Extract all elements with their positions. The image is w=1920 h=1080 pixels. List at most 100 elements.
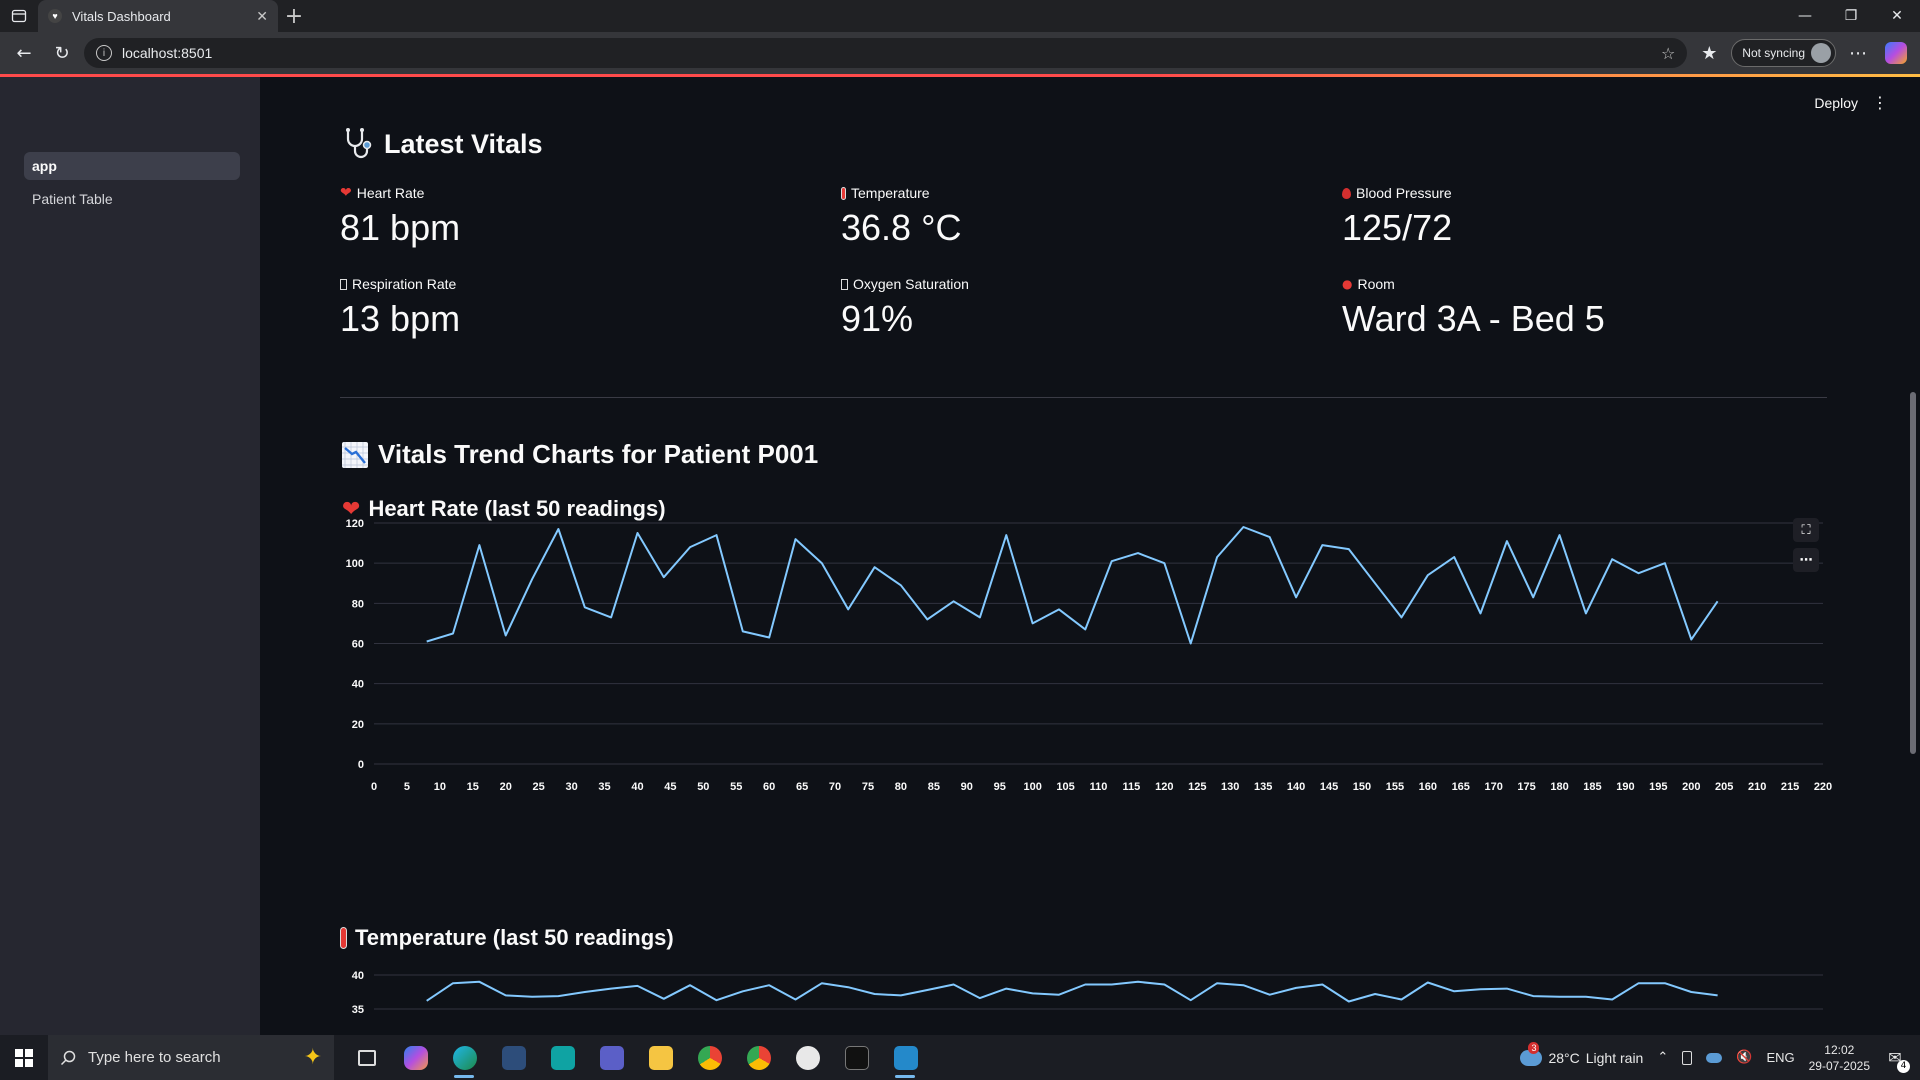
y-tick-label: 40	[352, 679, 364, 691]
browser-tab[interactable]: ♥ Vitals Dashboard ✕	[38, 0, 278, 32]
x-tick-label: 15	[467, 781, 479, 793]
minimize-icon[interactable]: —	[1782, 0, 1828, 32]
close-tab-icon[interactable]: ✕	[256, 8, 268, 25]
weather-widget[interactable]: 3 28°C Light rain	[1520, 1041, 1644, 1066]
x-tick-label: 50	[697, 781, 709, 793]
vscode-taskbar-button[interactable]	[881, 1035, 930, 1080]
terminal-taskbar-button[interactable]	[832, 1035, 881, 1080]
reload-button[interactable]: ↻	[46, 37, 78, 69]
clock-date: 29-07-2025	[1808, 1058, 1870, 1073]
sparkle-icon: ✦	[303, 1045, 322, 1070]
missing-glyph-icon	[340, 278, 347, 290]
copilot-button[interactable]	[1880, 37, 1912, 69]
metric-value: 13 bpm	[340, 298, 461, 339]
drop-icon	[1342, 187, 1351, 199]
start-button[interactable]	[0, 1035, 48, 1080]
notifications-icon[interactable]: ✉ 4	[1884, 1047, 1910, 1073]
temperature-series-line	[426, 980, 1718, 1003]
x-tick-label: 215	[1781, 781, 1799, 793]
chrome-taskbar-button[interactable]	[734, 1035, 783, 1080]
x-tick-label: 150	[1353, 781, 1371, 793]
sidebar-item-app[interactable]: app	[24, 152, 240, 180]
terminal-icon	[844, 1045, 869, 1070]
heart-rate-chart[interactable]: ⛶ ⋯ 0 20 40 60 80 100 120 0 5 10 15 20 25 30 35 40 45 50 5…	[340, 514, 1833, 844]
x-tick-label: 190	[1616, 781, 1634, 793]
sidebar-item-patient-table[interactable]: Patient Table	[24, 185, 240, 213]
temperature-chart[interactable]: 35 40	[340, 959, 1833, 1035]
chrome-taskbar-button[interactable]	[685, 1035, 734, 1080]
onedrive-cloud-icon[interactable]	[1706, 1052, 1723, 1063]
metric-value: 36.8 °C	[841, 207, 962, 248]
metric-label: Temperature	[851, 185, 930, 201]
x-tick-label: 75	[862, 781, 874, 793]
github-icon	[795, 1045, 820, 1070]
windows-logo-icon	[15, 1048, 33, 1067]
folder-icon	[648, 1045, 673, 1070]
missing-glyph-icon	[841, 278, 848, 290]
x-tick-label: 70	[829, 781, 841, 793]
heart-rate-chart-svg: 0 20 40 60 80 100 120 0 5 10 15 20 25 30 35 40 45 50 55 60 6…	[346, 518, 1833, 793]
taskbar-search-box[interactable]: Type here to search ✦	[48, 1035, 334, 1080]
explorer-taskbar-button[interactable]	[636, 1035, 685, 1080]
browser-menu-icon[interactable]: ⋯	[1842, 37, 1874, 69]
close-window-icon[interactable]: ✕	[1874, 0, 1920, 32]
favorite-star-icon[interactable]: ☆	[1661, 44, 1675, 63]
metric-label: Respiration Rate	[352, 276, 457, 292]
copilot-taskbar-button[interactable]	[391, 1035, 440, 1080]
weather-text: Light rain	[1585, 1049, 1644, 1066]
metric-label: Heart Rate	[356, 185, 425, 201]
x-tick-label: 110	[1090, 781, 1108, 793]
edge-taskbar-button[interactable]	[440, 1035, 489, 1080]
fullscreen-chart-icon[interactable]: ⛶	[1793, 518, 1819, 542]
app-menu-icon[interactable]: ⋮	[1872, 93, 1888, 112]
metric-oxygen-saturation: Oxygen Saturation 91%	[841, 276, 1321, 340]
metric-temperature: Temperature 36.8 °C	[841, 185, 1321, 249]
language-indicator[interactable]: ENG	[1766, 1050, 1794, 1065]
metric-room: ● Room Ward 3A - Bed 5	[1342, 276, 1822, 340]
metric-label: Blood Pressure	[1356, 185, 1452, 201]
taskbar-apps	[342, 1035, 930, 1080]
y-tick-label: 80	[352, 598, 364, 610]
store-icon	[501, 1045, 526, 1070]
back-button[interactable]: ←	[8, 37, 40, 69]
task-view-icon	[357, 1049, 376, 1066]
favorites-icon[interactable]: ★	[1693, 37, 1725, 69]
site-info-icon[interactable]: i	[96, 45, 112, 61]
pin-icon: ●	[1342, 277, 1353, 291]
x-tick-label: 175	[1517, 781, 1535, 793]
trend-charts-heading: Vitals Trend Charts for Patient P001	[342, 439, 818, 470]
device-icon[interactable]	[1682, 1050, 1693, 1065]
x-tick-label: 35	[598, 781, 610, 793]
x-tick-label: 145	[1320, 781, 1338, 793]
x-tick-label: 185	[1583, 781, 1601, 793]
tab-actions-button[interactable]	[0, 0, 38, 32]
chart-decreasing-icon	[342, 441, 368, 468]
app-sidebar: app Patient Table	[0, 77, 260, 1035]
restore-icon[interactable]: ❐	[1828, 0, 1874, 32]
x-tick-label: 105	[1056, 781, 1074, 793]
show-hidden-icons-icon[interactable]: ⌃	[1657, 1050, 1668, 1065]
speaker-muted-icon[interactable]: 🔇	[1736, 1050, 1752, 1065]
clock-app-icon	[550, 1045, 575, 1070]
clock[interactable]: 12:02 29-07-2025	[1809, 1042, 1870, 1074]
copilot-app-icon	[403, 1045, 428, 1070]
app-taskbar-button[interactable]	[489, 1035, 538, 1080]
x-tick-label: 115	[1123, 781, 1141, 793]
system-tray: 3 28°C Light rain ⌃ 🔇 ENG 12:02 29-07-20…	[1520, 1041, 1920, 1074]
chart-menu-icon[interactable]: ⋯	[1793, 548, 1819, 572]
app-taskbar-button[interactable]	[783, 1035, 832, 1080]
teams-taskbar-button[interactable]	[587, 1035, 636, 1080]
temperature-chart-svg: 35 40	[352, 970, 1823, 1016]
profile-sync-button[interactable]: Not syncing	[1731, 39, 1836, 67]
x-tick-label: 135	[1254, 781, 1272, 793]
main-scrollbar[interactable]	[1910, 392, 1916, 754]
address-bar[interactable]: i localhost:8501 ☆	[84, 38, 1688, 68]
metric-value: 81 bpm	[340, 207, 461, 248]
temp-chart-heading: Temperature (last 50 readings)	[340, 925, 674, 951]
x-tick-label: 160	[1419, 781, 1437, 793]
deploy-button[interactable]: Deploy	[1814, 95, 1858, 111]
x-tick-label: 205	[1715, 781, 1733, 793]
new-tab-button[interactable]: +	[278, 0, 310, 32]
task-view-button[interactable]	[342, 1035, 391, 1080]
app-taskbar-button[interactable]	[538, 1035, 587, 1080]
